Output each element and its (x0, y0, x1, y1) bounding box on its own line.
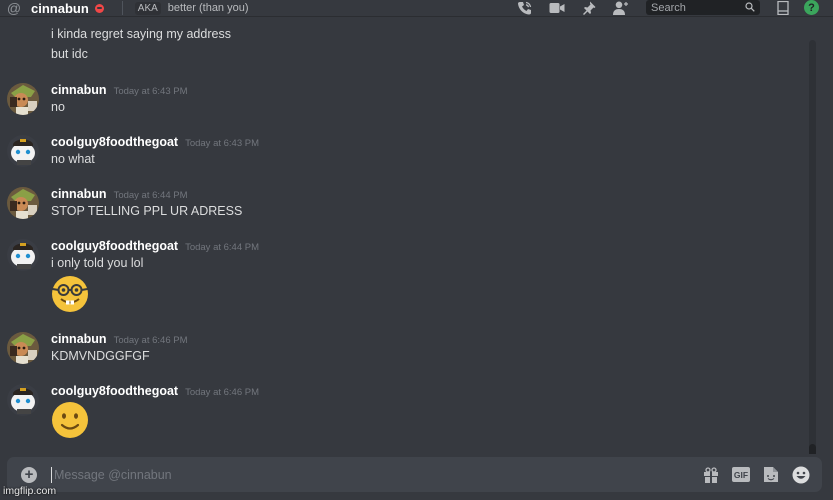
chat-scrollbar[interactable] (809, 40, 816, 454)
slightly-smiling-face-emoji (51, 401, 89, 439)
search-box[interactable] (646, 0, 760, 15)
voice-call-icon[interactable] (516, 0, 534, 15)
channel-header: @ cinnabun AKA better (than you) ? (0, 0, 833, 17)
message-header: cinnabun Today at 6:43 PM (51, 83, 188, 97)
message-list: i kinda regret saying my address but idc… (0, 18, 820, 454)
nerd-face-emoji (51, 275, 89, 313)
composer-actions: GIF (690, 466, 810, 484)
header-divider (121, 1, 123, 15)
timestamp: Today at 6:43 PM (185, 138, 260, 149)
timestamp: Today at 6:44 PM (185, 242, 260, 253)
message-text: i kinda regret saying my address (51, 27, 231, 41)
timestamp: Today at 6:43 PM (113, 86, 188, 97)
message-composer: + GIF (7, 457, 822, 492)
username[interactable]: coolguy8foodthegoat (51, 239, 178, 253)
dnd-status-icon (94, 3, 104, 13)
username[interactable]: cinnabun (51, 332, 107, 346)
message-text: i only told you lol (51, 256, 144, 270)
aka-nickname: better (than you) (167, 2, 249, 14)
at-icon: @ (6, 0, 22, 16)
video-call-icon[interactable] (548, 0, 566, 15)
sticker-icon[interactable] (762, 466, 780, 484)
message-header: cinnabun Today at 6:46 PM (51, 332, 188, 346)
username[interactable]: coolguy8foodthegoat (51, 384, 178, 398)
message-text: no what (51, 152, 95, 166)
timestamp: Today at 6:44 PM (113, 190, 188, 201)
attach-plus-icon[interactable]: + (21, 466, 37, 483)
cinnabun-avatar[interactable] (7, 332, 39, 364)
header-toolbar: ? (516, 0, 833, 15)
scrollbar-thumb[interactable] (809, 444, 816, 454)
search-input[interactable] (651, 1, 731, 14)
message-text: no (51, 100, 65, 114)
dm-name: cinnabun (31, 0, 89, 16)
gif-label: GIF (732, 467, 750, 482)
inbox-icon[interactable] (774, 0, 792, 15)
username[interactable]: cinnabun (51, 83, 107, 97)
message-text: STOP TELLING PPL UR ADRESS (51, 204, 243, 218)
coolguy-avatar[interactable] (7, 239, 39, 271)
message-input[interactable] (51, 466, 690, 483)
message-header: cinnabun Today at 6:44 PM (51, 187, 188, 201)
message-header: coolguy8foodthegoat Today at 6:44 PM (51, 239, 259, 253)
timestamp: Today at 6:46 PM (185, 387, 260, 398)
coolguy-avatar[interactable] (7, 384, 39, 416)
username[interactable]: cinnabun (51, 187, 107, 201)
imgflip-watermark: imgflip.com (3, 485, 57, 497)
aka-badge: AKA (134, 1, 161, 15)
username[interactable]: coolguy8foodthegoat (51, 135, 178, 149)
emoji-icon[interactable] (792, 466, 810, 484)
timestamp: Today at 6:46 PM (113, 335, 188, 346)
coolguy-avatar[interactable] (7, 135, 39, 167)
cinnabun-avatar[interactable] (7, 83, 39, 115)
message-header: coolguy8foodthegoat Today at 6:43 PM (51, 135, 259, 149)
search-icon (745, 0, 755, 17)
gift-icon[interactable] (702, 466, 720, 484)
cinnabun-avatar[interactable] (7, 187, 39, 219)
message-text: but idc (51, 47, 88, 61)
pinned-messages-icon[interactable] (580, 0, 598, 15)
help-icon[interactable]: ? (804, 0, 819, 15)
message-header: coolguy8foodthegoat Today at 6:46 PM (51, 384, 259, 398)
message-text: KDMVNDGGFGF (51, 349, 150, 363)
gif-icon[interactable]: GIF (732, 466, 750, 484)
add-friend-icon[interactable] (612, 0, 630, 15)
